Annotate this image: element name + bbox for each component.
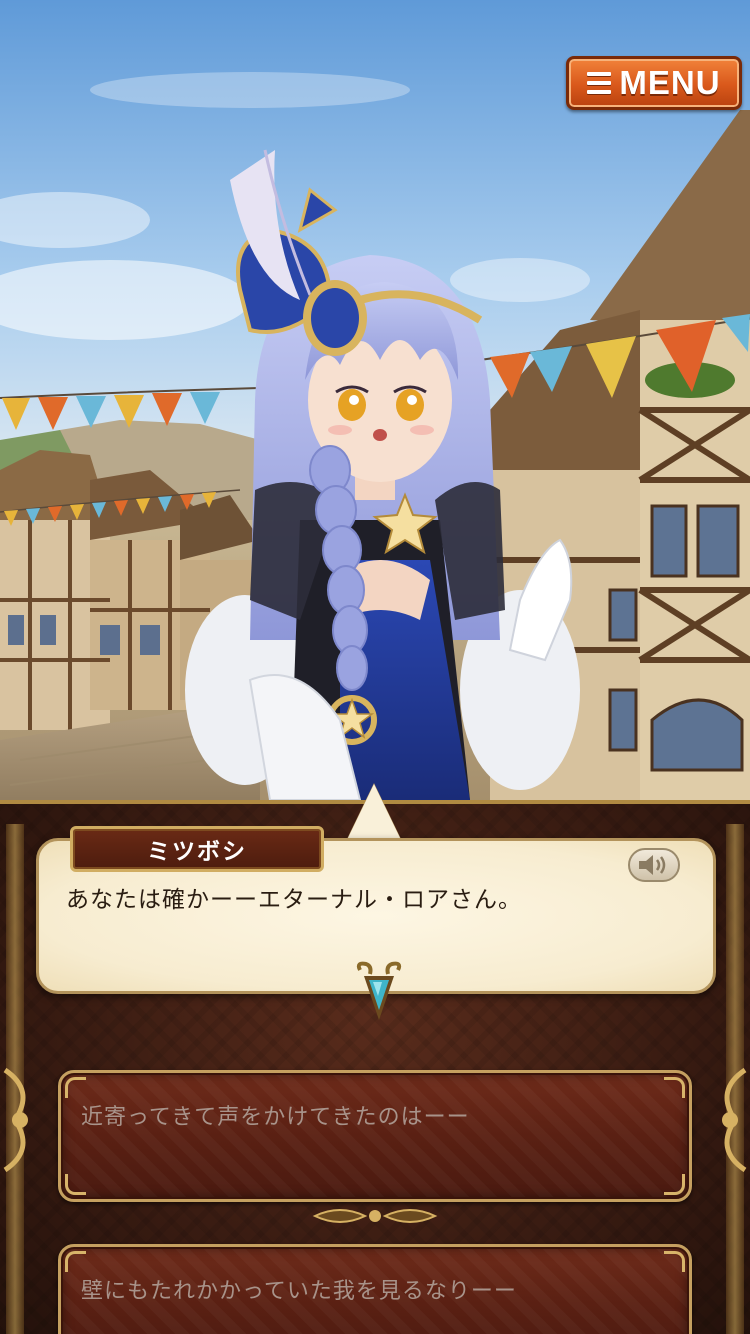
choice-option-2-label: 壁にもたれかかっていた我を見るなりーー [81,1279,517,1304]
scene-illustration [0,0,750,810]
left-ornament-icon [3,1067,28,1173]
game-screen: MENU ミツボシ あなたは確かーーエターナル・ロアさん。 近寄ってきて声をかけ… [0,0,750,1334]
corner-ornament [65,1251,86,1272]
corner-ornament [65,1174,86,1195]
choice-option-2[interactable]: 壁にもたれかかっていた我を見るなりーー [58,1244,692,1334]
speaker-icon [639,855,666,875]
hamburger-icon [587,72,612,94]
story-scene: MENU [0,0,750,810]
corner-ornament [65,1077,86,1098]
speech-bubble-tail [346,784,402,842]
corner-ornament [664,1251,685,1272]
voice-replay-button[interactable] [628,848,680,882]
menu-button-label: MENU [619,64,721,101]
menu-button[interactable]: MENU [566,56,742,110]
speaker-name: ミツボシ [147,839,247,865]
choice-option-1[interactable]: 近寄ってきて声をかけてきたのはーー [58,1070,692,1202]
right-ornament-icon [722,1067,747,1173]
choice-option-1-label: 近寄ってきて声をかけてきたのはーー [81,1105,470,1130]
corner-ornament [664,1174,685,1195]
gem-arrow-icon[interactable] [354,960,404,1022]
speaker-name-plate: ミツボシ [70,826,324,872]
divider-ornament-icon [312,1209,438,1223]
corner-ornament [664,1077,685,1098]
dialogue-text: あなたは確かーーエターナル・ロアさん。 [66,887,522,913]
